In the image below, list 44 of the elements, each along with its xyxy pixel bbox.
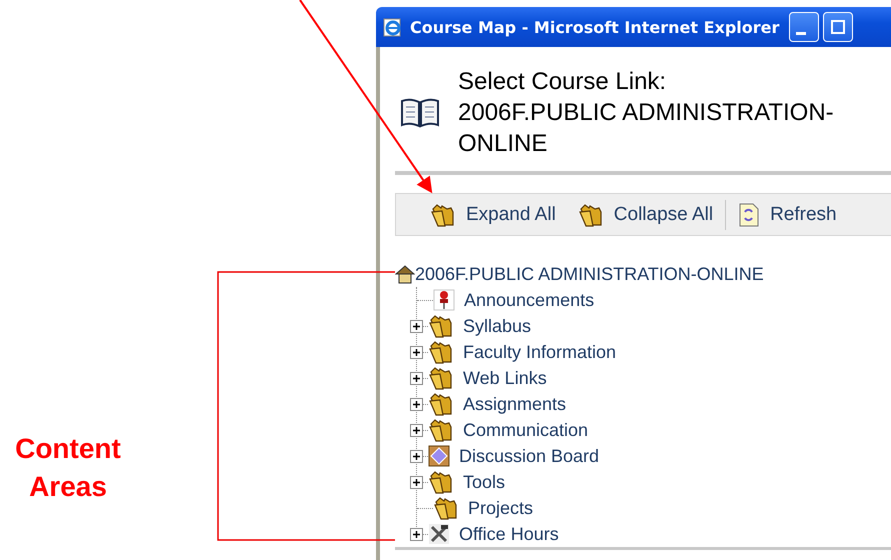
minimize-icon xyxy=(796,32,806,34)
folder-icon xyxy=(578,202,604,226)
pushpin-icon xyxy=(433,289,455,311)
discussion-board-icon xyxy=(428,445,450,467)
home-icon xyxy=(395,264,415,284)
tree-item-link[interactable]: Faculty Information xyxy=(463,342,616,362)
tree-item-link[interactable]: Communication xyxy=(463,420,588,440)
expand-icon[interactable] xyxy=(410,424,423,436)
expand-icon[interactable] xyxy=(410,372,423,384)
toolbar-button[interactable]: Expand All xyxy=(430,202,556,226)
tools-icon xyxy=(428,523,450,545)
maximize-icon xyxy=(831,20,846,34)
refresh-icon xyxy=(738,202,760,228)
folder-icon xyxy=(430,202,456,226)
tree-root-link[interactable]: 2006F.PUBLIC ADMINISTRATION-ONLINE xyxy=(415,264,764,284)
annotation-label: Content Areas xyxy=(14,432,122,504)
tree-item-link[interactable]: Web Links xyxy=(463,368,547,388)
folder-icon xyxy=(428,366,454,390)
course-heading: Select Course Link: 2006F.PUBLIC ADMINISTRATION-ONLINE xyxy=(458,67,835,159)
tree-item-link[interactable]: Syllabus xyxy=(463,316,532,336)
maximize-button[interactable] xyxy=(823,12,854,42)
expand-icon[interactable] xyxy=(410,398,423,410)
folder-icon xyxy=(428,470,454,494)
tree-item-link[interactable]: Tools xyxy=(463,472,506,492)
tree-item-link[interactable]: Discussion Board xyxy=(459,446,600,466)
tree-item-link[interactable]: Announcements xyxy=(464,290,594,310)
expand-icon[interactable] xyxy=(410,320,423,332)
minimize-button[interactable] xyxy=(789,12,820,42)
expand-icon[interactable] xyxy=(410,346,423,358)
expand-icon[interactable] xyxy=(410,476,423,488)
folder-icon xyxy=(428,314,454,338)
folder-icon xyxy=(428,340,454,364)
expand-icon[interactable] xyxy=(410,528,423,540)
folder-icon xyxy=(433,496,459,520)
folder-icon xyxy=(428,392,454,416)
toolbar-button[interactable]: Refresh xyxy=(738,202,837,228)
tree-item-link[interactable]: Office Hours xyxy=(459,524,559,544)
folder-icon xyxy=(428,418,454,442)
window-title: Course Map - Microsoft Internet Explorer xyxy=(410,18,780,36)
toolbar-button[interactable]: Collapse All xyxy=(578,202,714,226)
expand-icon[interactable] xyxy=(410,450,423,462)
tree-item-link[interactable]: Projects xyxy=(468,498,534,518)
book-icon xyxy=(400,96,440,128)
tree-item-link[interactable]: Assignments xyxy=(463,394,566,414)
